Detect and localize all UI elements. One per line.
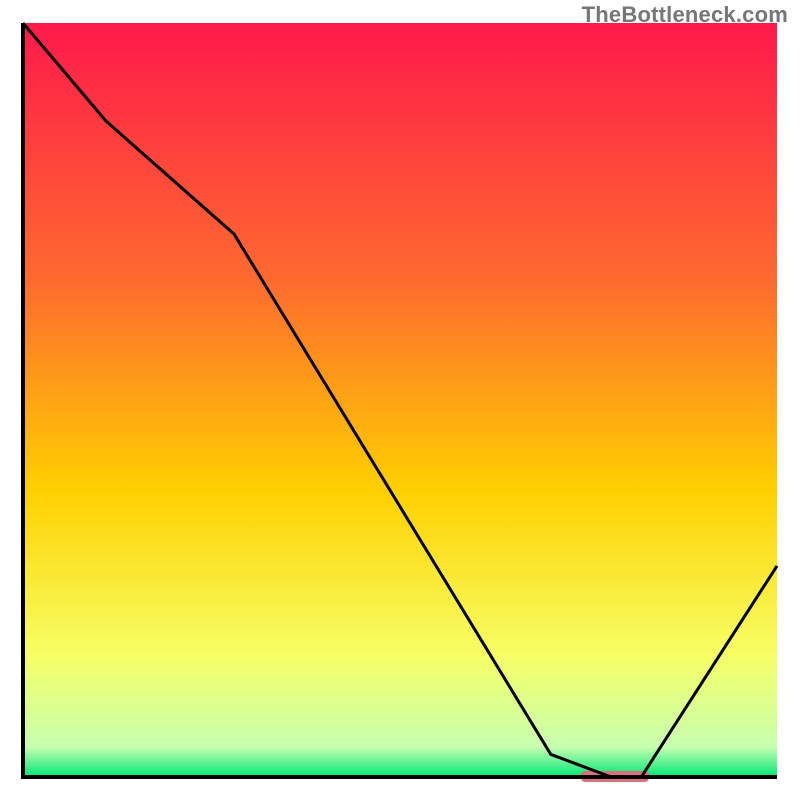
chart-svg	[0, 0, 800, 800]
gradient-background	[23, 23, 777, 777]
watermark-text: TheBottleneck.com	[582, 2, 788, 28]
bottleneck-chart: TheBottleneck.com	[0, 0, 800, 800]
